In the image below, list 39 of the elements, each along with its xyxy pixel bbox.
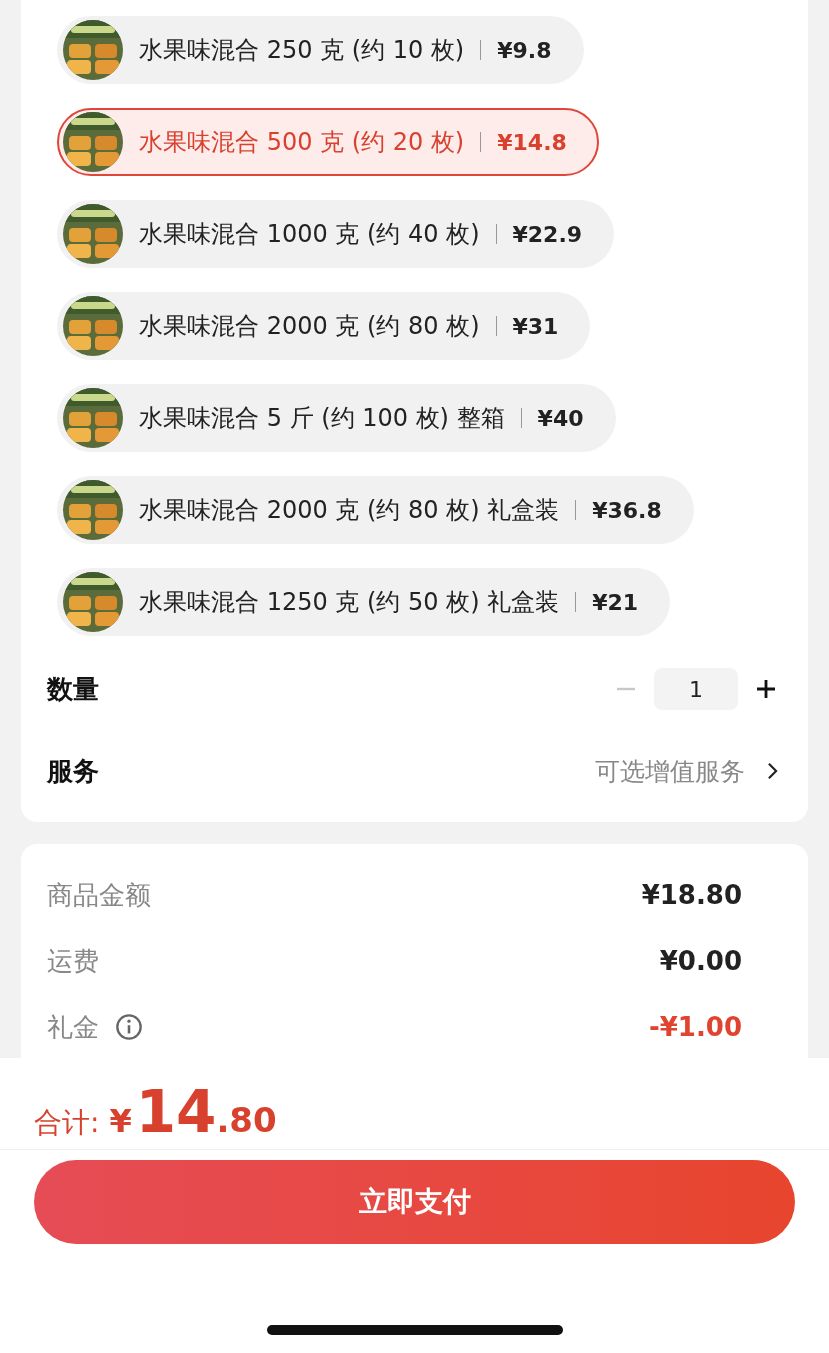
option-price: ¥9.8: [497, 37, 552, 63]
pay-button[interactable]: 立即支付: [34, 1160, 795, 1244]
option-chip[interactable]: 水果味混合 2000 克 (约 80 枚) ¥31: [57, 292, 591, 360]
summary-value: ¥18.80: [641, 880, 742, 910]
option-chip[interactable]: 水果味混合 1000 克 (约 40 枚) ¥22.9: [57, 200, 615, 268]
summary-value: -¥1.00: [648, 1012, 742, 1042]
service-label: 服务: [47, 754, 99, 788]
option-price: ¥22.9: [512, 221, 583, 247]
info-icon[interactable]: [115, 1013, 143, 1041]
option-label: 水果味混合 250 克 (约 10 枚): [139, 35, 465, 66]
option-price: ¥31: [512, 313, 559, 339]
total-currency: ¥: [109, 1102, 132, 1140]
total-amount: 14: [135, 1078, 217, 1146]
option-label: 水果味混合 1250 克 (约 50 枚) 礼盒装: [139, 587, 560, 618]
service-hint[interactable]: 可选增值服务: [595, 754, 745, 788]
option-label: 水果味混合 2000 克 (约 80 枚): [139, 311, 480, 342]
plus-icon[interactable]: [754, 677, 778, 701]
option-chip[interactable]: 水果味混合 2000 克 (约 80 枚) 礼盒装 ¥36.8: [57, 476, 694, 544]
option-chip[interactable]: 水果味混合 1250 克 (约 50 枚) 礼盒装 ¥21: [57, 568, 671, 636]
summary-value: ¥0.00: [659, 946, 742, 976]
option-label: 水果味混合 500 克 (约 20 枚): [139, 127, 465, 158]
summary-label: 商品金额: [47, 878, 151, 912]
option-chip[interactable]: 水果味混合 5 斤 (约 100 枚) 整箱 ¥40: [57, 384, 616, 452]
option-price: ¥40: [537, 405, 584, 431]
summary-label: 礼金: [47, 1010, 99, 1044]
option-label: 水果味混合 1000 克 (约 40 枚): [139, 219, 480, 250]
chevron-right-icon[interactable]: [767, 762, 778, 780]
quantity-field[interactable]: 1: [654, 668, 738, 710]
option-label: 水果味混合 2000 克 (约 80 枚) 礼盒装: [139, 495, 560, 526]
option-chip[interactable]: 水果味混合 250 克 (约 10 枚) ¥9.8: [57, 16, 584, 84]
quantity-label: 数量: [47, 672, 99, 706]
option-price: ¥36.8: [592, 497, 662, 523]
option-price: ¥21: [592, 589, 639, 615]
summary-label: 运费: [47, 944, 99, 978]
option-chip[interactable]: 水果味混合 500 克 (约 20 枚) ¥14.8: [57, 108, 599, 176]
option-label: 水果味混合 5 斤 (约 100 枚) 整箱: [139, 403, 505, 434]
option-price: ¥14.8: [497, 129, 567, 155]
total-decimal: .80: [216, 1100, 277, 1140]
total-label: 合计:: [34, 1105, 100, 1141]
